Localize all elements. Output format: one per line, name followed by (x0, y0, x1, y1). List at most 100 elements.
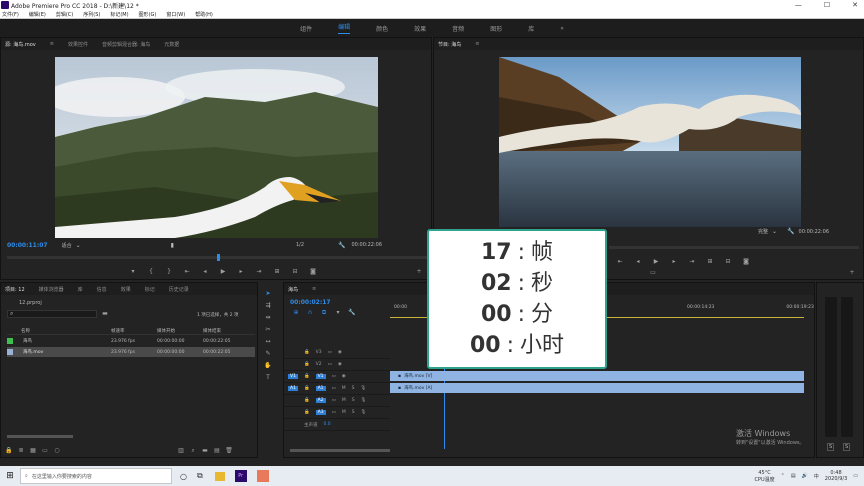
track-label-a3[interactable]: A3 (315, 410, 326, 415)
add-marker-icon[interactable]: ▮ (171, 242, 174, 249)
sync-lock-icon[interactable]: ▭ (332, 410, 336, 415)
new-bin-icon[interactable]: ▬ (201, 447, 209, 455)
project-search-input[interactable]: ⌕ (7, 310, 97, 318)
audio-clip[interactable]: ▪ 海鸟.mov [A] (390, 383, 804, 393)
fit-dropdown-chevron-icon[interactable]: ⌄ (76, 242, 81, 249)
table-row[interactable]: 海鸟.mov 23.976 fps 00:00:00:00 00:00:22:0… (7, 347, 255, 357)
type-tool-icon[interactable]: T (264, 374, 272, 382)
start-windows-icon[interactable]: ⊞ (0, 471, 20, 481)
eye-icon[interactable]: ◉ (338, 350, 342, 355)
network-icon[interactable]: ▤ (791, 473, 796, 479)
workspace-more[interactable]: » (560, 25, 564, 32)
zoom-slider-icon[interactable]: ○ (53, 447, 61, 455)
solo-left-button[interactable]: S (827, 443, 835, 451)
tab-audio-clip-mixer[interactable]: 音频剪辑混合器: 海鸟 (102, 41, 150, 48)
go-to-out-icon[interactable]: ⇥ (255, 268, 263, 276)
source-timecode[interactable]: 00:00:11:07 (7, 242, 48, 249)
track-label-v2[interactable]: V2 (316, 362, 322, 367)
tray-chevron-icon[interactable]: ⌃ (781, 473, 785, 479)
mark-out-icon[interactable]: } (165, 268, 173, 276)
cpu-temp-widget[interactable]: 45°C CPU温度 (754, 470, 774, 483)
maximize-button[interactable]: ☐ (824, 1, 830, 9)
solo-button[interactable]: S (352, 386, 355, 391)
program-step-forward-icon[interactable]: ▸ (670, 258, 678, 266)
lock-icon[interactable]: 🔒 (5, 447, 13, 455)
nest-icon[interactable]: ⊕ (292, 309, 300, 317)
menu-help[interactable]: 帮助(H) (195, 11, 213, 18)
ime-indicator[interactable]: 中 (814, 473, 819, 480)
workspace-color[interactable]: 颜色 (376, 24, 388, 33)
selection-tool-icon[interactable]: ➤ (264, 290, 272, 298)
program-video-frame[interactable] (499, 57, 801, 227)
mic-icon[interactable]: 🎙 (361, 410, 367, 415)
program-go-to-out-icon[interactable]: ⇥ (688, 258, 696, 266)
track-label-v1[interactable]: V1 (315, 374, 326, 379)
source-playhead[interactable] (217, 254, 220, 261)
tab-info[interactable]: 信息 (97, 286, 107, 293)
timeline-panel-menu-icon[interactable]: ≡ (312, 286, 316, 292)
ripple-edit-tool-icon[interactable]: ⇹ (264, 314, 272, 322)
lock-icon[interactable]: 🔒 (304, 374, 310, 379)
premiere-taskbar-icon[interactable]: Pr (234, 470, 247, 482)
volume-icon[interactable]: 🔊 (802, 473, 808, 479)
clock[interactable]: 0:48 2020/9/3 (825, 470, 847, 482)
workspace-assembly[interactable]: 组件 (300, 24, 312, 33)
menu-file[interactable]: 文件(F) (2, 11, 19, 18)
taskbar-search-box[interactable]: ⌕ 在这里输入你要搜索的内容 (20, 468, 172, 484)
program-play-icon[interactable]: ▶ (652, 258, 660, 266)
column-media-end[interactable]: 媒体结束 (203, 328, 249, 334)
file-explorer-icon[interactable] (214, 471, 225, 481)
recorder-taskbar-icon[interactable] (256, 470, 269, 482)
sync-lock-icon[interactable]: ▭ (332, 398, 336, 403)
program-comparison-icon[interactable]: ▭ (649, 269, 657, 277)
column-media-start[interactable]: 媒体开始 (157, 328, 203, 334)
menu-clip[interactable]: 剪辑(C) (56, 11, 73, 18)
menu-marker[interactable]: 标记(M) (110, 11, 128, 18)
add-marker-timeline-icon[interactable]: ▾ (334, 309, 342, 317)
track-label-a2[interactable]: A2 (315, 398, 326, 403)
step-forward-icon[interactable]: ▸ (237, 268, 245, 276)
slip-tool-icon[interactable]: ↔ (264, 338, 272, 346)
workspace-audio[interactable]: 音频 (452, 24, 464, 33)
overwrite-icon[interactable]: ⊟ (291, 268, 299, 276)
mute-button[interactable]: M (342, 398, 346, 403)
tab-project[interactable]: 项目: 12 (5, 286, 25, 293)
go-to-in-icon[interactable]: ⇤ (183, 268, 191, 276)
tab-source[interactable]: 源: 海鸟.mov (5, 41, 36, 48)
timeline-timecode[interactable]: 00:00:02:17 (290, 299, 331, 306)
track-label-a1[interactable]: A1 (315, 386, 326, 391)
track-label-v3[interactable]: V3 (316, 350, 322, 355)
new-item-icon[interactable]: ▤ (213, 447, 221, 455)
tab-libraries[interactable]: 库 (78, 286, 83, 293)
marker-icon[interactable]: ▾ (129, 268, 137, 276)
lock-icon[interactable]: 🔒 (304, 410, 310, 415)
lock-icon[interactable]: 🔒 (304, 362, 310, 367)
timeline-zoom-scrollbar[interactable] (290, 449, 390, 452)
source-patch-v1[interactable]: V1 (288, 374, 298, 379)
workspace-libraries[interactable]: 库 (528, 24, 534, 33)
source-scale-select[interactable]: 1/2 (296, 242, 304, 248)
list-view-icon[interactable]: ≣ (17, 447, 25, 455)
program-go-to-in-icon[interactable]: ⇤ (616, 258, 624, 266)
program-fit-chevron-icon[interactable]: ⌄ (772, 228, 777, 235)
program-step-back-icon[interactable]: ◂ (634, 258, 642, 266)
notification-icon[interactable]: ▭ (853, 473, 858, 479)
eye-icon[interactable]: ◉ (342, 374, 346, 379)
sync-lock-icon[interactable]: ▭ (328, 350, 332, 355)
column-name[interactable]: 名称 (7, 328, 111, 334)
source-patch-a1[interactable]: A1 (288, 386, 298, 391)
source-scrubber[interactable] (7, 254, 427, 261)
tab-history[interactable]: 历史记录 (169, 286, 189, 293)
razor-tool-icon[interactable]: ✂ (264, 326, 272, 334)
workspace-editing[interactable]: 编辑 (338, 22, 350, 34)
mute-button[interactable]: M (342, 410, 346, 415)
menu-edit[interactable]: 编辑(E) (29, 11, 46, 18)
source-panel-menu-icon[interactable]: ≡ (50, 41, 54, 47)
export-frame-camera-icon[interactable]: ◙ (309, 268, 317, 276)
play-icon[interactable]: ▶ (219, 268, 227, 276)
snap-magnet-icon[interactable]: ∩ (306, 309, 314, 317)
menu-window[interactable]: 窗口(W) (166, 11, 185, 18)
program-panel-menu-icon[interactable]: ≡ (475, 41, 479, 47)
lift-icon[interactable]: ⊞ (706, 258, 714, 266)
cortana-icon[interactable]: ○ (180, 472, 187, 481)
